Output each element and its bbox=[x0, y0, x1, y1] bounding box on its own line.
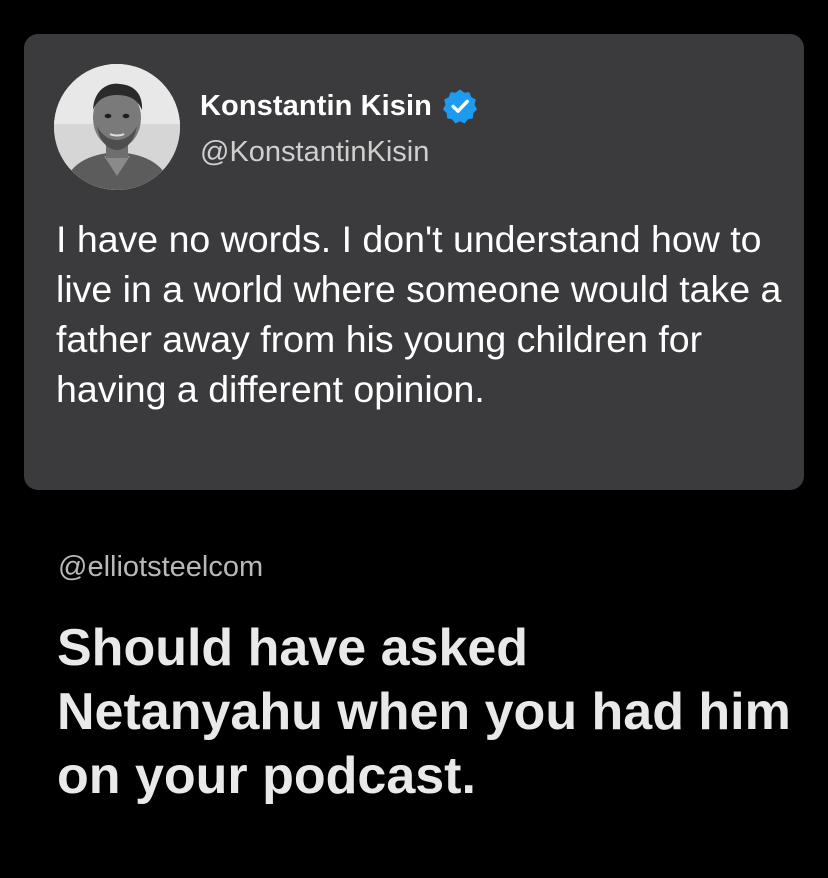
tweet-text: I have no words. I don't understand how … bbox=[56, 218, 782, 410]
author-name[interactable]: Konstantin Kisin bbox=[200, 90, 432, 123]
avatar-photo bbox=[54, 64, 180, 190]
verified-check-icon bbox=[442, 88, 478, 124]
quoted-tweet-card[interactable]: Konstantin Kisin @KonstantinKisin I have… bbox=[24, 34, 804, 490]
author-avatar[interactable] bbox=[54, 64, 180, 190]
reply-handle[interactable]: @elliotsteelcom bbox=[58, 551, 263, 584]
reply-text: Should have asked Netanyahu when you had… bbox=[57, 619, 791, 805]
author-name-row: Konstantin Kisin bbox=[200, 88, 478, 124]
author-handle[interactable]: @KonstantinKisin bbox=[200, 136, 429, 169]
